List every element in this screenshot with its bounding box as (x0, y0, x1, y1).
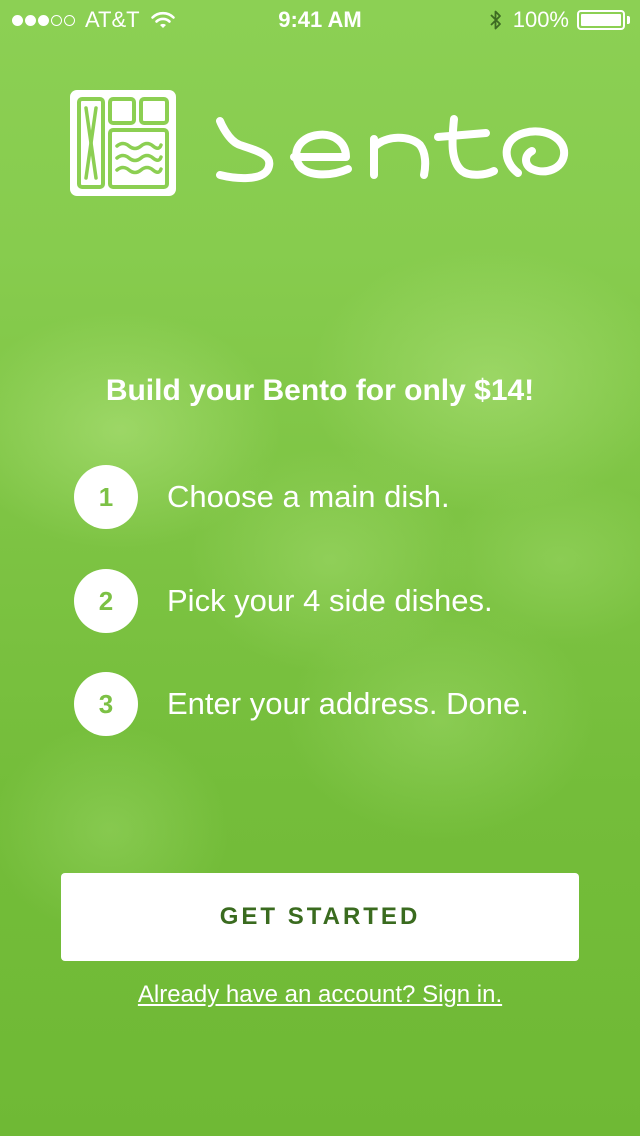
bluetooth-icon (490, 10, 501, 30)
status-bar: AT&T 9:41 AM 100% (0, 0, 640, 40)
get-started-button[interactable]: GET STARTED (61, 873, 579, 961)
tagline: Build your Bento for only $14! (105, 374, 535, 407)
step-2: 2 Pick your 4 side dishes. (74, 569, 493, 633)
battery-icon (577, 10, 625, 30)
step-text: Choose a main dish. (167, 479, 450, 514)
step-number-badge: 1 (74, 465, 138, 529)
bento-box-icon (70, 90, 176, 196)
step-1: 1 Choose a main dish. (74, 465, 450, 529)
step-number-badge: 2 (74, 569, 138, 633)
sign-in-link[interactable]: Already have an account? Sign in. (138, 981, 502, 1008)
battery-tip (627, 16, 630, 24)
onboarding-screen: AT&T 9:41 AM 100% Build your Bento for o… (0, 0, 640, 1136)
step-number-badge: 3 (74, 672, 138, 736)
bento-logo (70, 90, 576, 196)
step-text: Pick your 4 side dishes. (167, 583, 493, 618)
step-3: 3 Enter your address. Done. (74, 672, 529, 736)
battery-fill (581, 14, 621, 26)
sign-in-container: Already have an account? Sign in. (0, 981, 640, 1009)
status-bar-right: 100% (489, 7, 630, 33)
step-text: Enter your address. Done. (167, 686, 529, 721)
bento-wordmark (216, 115, 569, 183)
battery-percentage: 100% (512, 7, 569, 32)
